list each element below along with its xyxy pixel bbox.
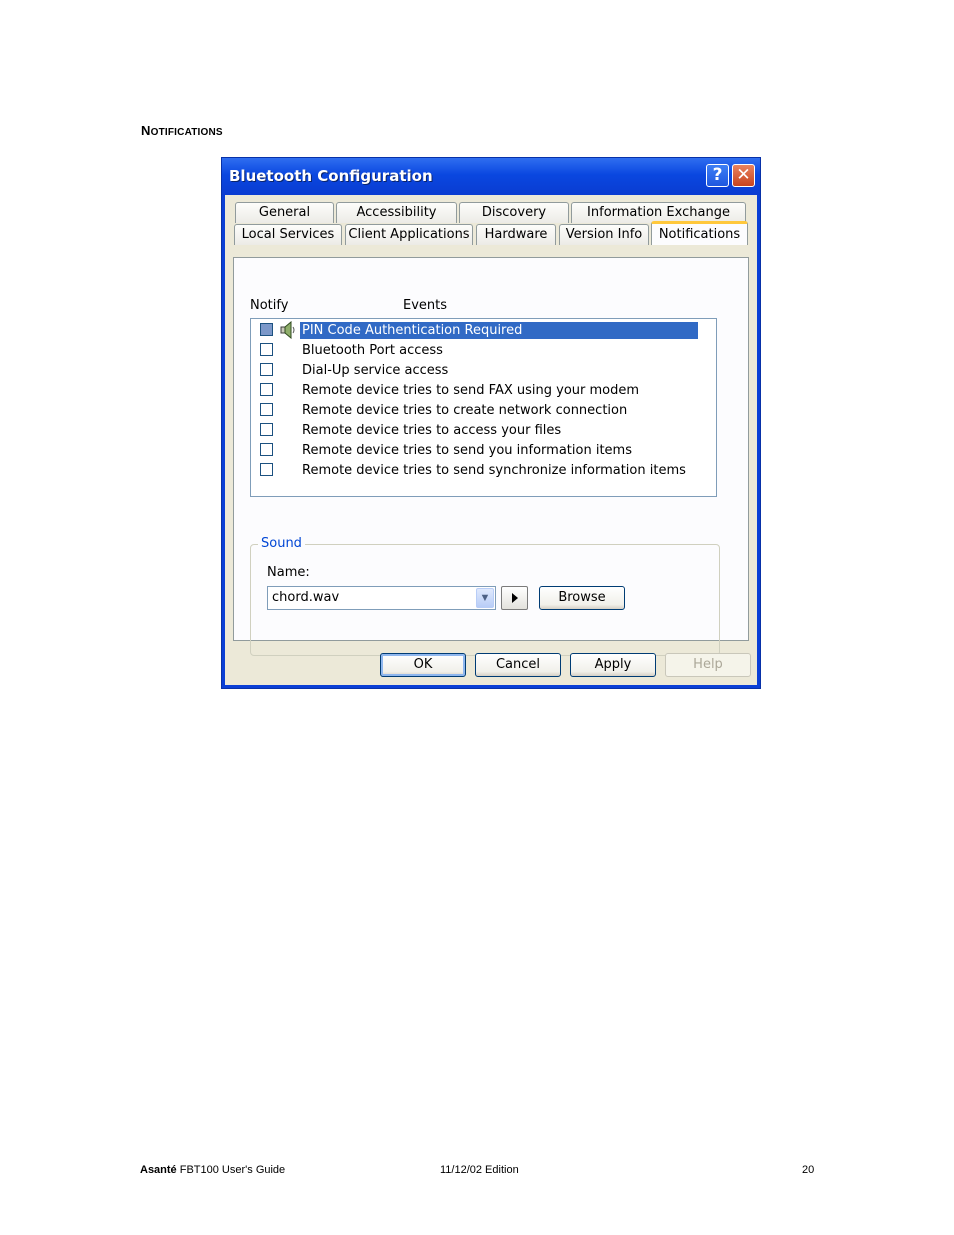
help-title-button[interactable]: ? (706, 164, 729, 187)
notify-checkbox[interactable] (260, 363, 273, 376)
tab-accessibility[interactable]: Accessibility (336, 202, 457, 223)
list-item[interactable]: Remote device tries to send you informat… (251, 440, 711, 460)
notify-checkbox[interactable] (260, 323, 273, 336)
sound-name-value: chord.wav (272, 590, 340, 605)
tab-version-info[interactable]: Version Info (559, 224, 649, 245)
apply-button[interactable]: Apply (570, 653, 656, 677)
notify-checkbox[interactable] (260, 343, 273, 356)
event-label: Remote device tries to send FAX using yo… (302, 383, 640, 398)
events-column-header: Events (403, 298, 448, 313)
footer-guide-title: FBT100 User's Guide (179, 1164, 286, 1176)
list-item[interactable]: Remote device tries to send FAX using yo… (251, 380, 711, 400)
sound-name-select[interactable]: chord.wav ▼ (267, 586, 496, 610)
browse-button[interactable]: Browse (539, 586, 625, 610)
tab-discovery[interactable]: Discovery (459, 202, 569, 223)
list-item[interactable]: Bluetooth Port access (251, 340, 711, 360)
cancel-button[interactable]: Cancel (475, 653, 561, 677)
bluetooth-configuration-dialog: Bluetooth Configuration ? ✕ General Acce… (221, 157, 761, 689)
list-item[interactable]: Remote device tries to send synchronize … (251, 460, 711, 480)
close-button[interactable]: ✕ (732, 164, 755, 187)
list-item[interactable]: Dial-Up service access (251, 360, 711, 380)
section-heading: Notifications (141, 123, 223, 138)
help-button[interactable]: Help (665, 653, 751, 677)
list-item[interactable]: Remote device tries to create network co… (251, 400, 711, 420)
footer-guide: Asanté FBT100 User's Guide (140, 1164, 285, 1176)
list-item[interactable]: Remote device tries to access your files (251, 420, 711, 440)
play-sound-button[interactable] (501, 586, 528, 610)
notify-checkbox[interactable] (260, 423, 273, 436)
notify-checkbox[interactable] (260, 383, 273, 396)
notify-column-header: Notify (250, 298, 289, 313)
titlebar[interactable]: Bluetooth Configuration ? ✕ (222, 158, 760, 195)
event-label: Bluetooth Port access (302, 343, 443, 358)
sound-group-label: Sound (258, 536, 305, 551)
tab-notifications[interactable]: Notifications (651, 221, 748, 245)
footer-page-number: 20 (802, 1164, 815, 1176)
chevron-down-icon[interactable]: ▼ (476, 588, 494, 608)
event-label: Remote device tries to access your files (302, 423, 562, 438)
footer-edition: 11/12/02 Edition (440, 1164, 519, 1176)
tab-information-exchange[interactable]: Information Exchange (571, 202, 746, 223)
ok-button[interactable]: OK (380, 653, 466, 677)
event-label: Dial-Up service access (302, 363, 449, 378)
play-icon (512, 593, 518, 603)
tab-general[interactable]: General (235, 202, 334, 223)
notify-checkbox[interactable] (260, 403, 273, 416)
dialog-title: Bluetooth Configuration (229, 167, 433, 185)
tab-local-services[interactable]: Local Services (234, 224, 342, 245)
speaker-icon (280, 321, 295, 339)
event-label: Remote device tries to send you informat… (302, 443, 632, 458)
sound-name-label: Name: (267, 565, 310, 580)
tab-hardware[interactable]: Hardware (476, 224, 556, 245)
notify-checkbox[interactable] (260, 443, 273, 456)
events-list[interactable]: PIN Code Authentication Required Bluetoo… (250, 318, 717, 497)
event-label: Remote device tries to create network co… (302, 403, 628, 418)
event-label: Remote device tries to send synchronize … (302, 463, 686, 478)
footer-brand: Asanté (140, 1164, 177, 1176)
list-item[interactable]: PIN Code Authentication Required (251, 320, 711, 340)
tab-client-applications[interactable]: Client Applications (345, 224, 473, 245)
dialog-client-area: General Accessibility Discovery Informat… (225, 195, 757, 685)
notify-checkbox[interactable] (260, 463, 273, 476)
event-label: PIN Code Authentication Required (300, 322, 698, 339)
